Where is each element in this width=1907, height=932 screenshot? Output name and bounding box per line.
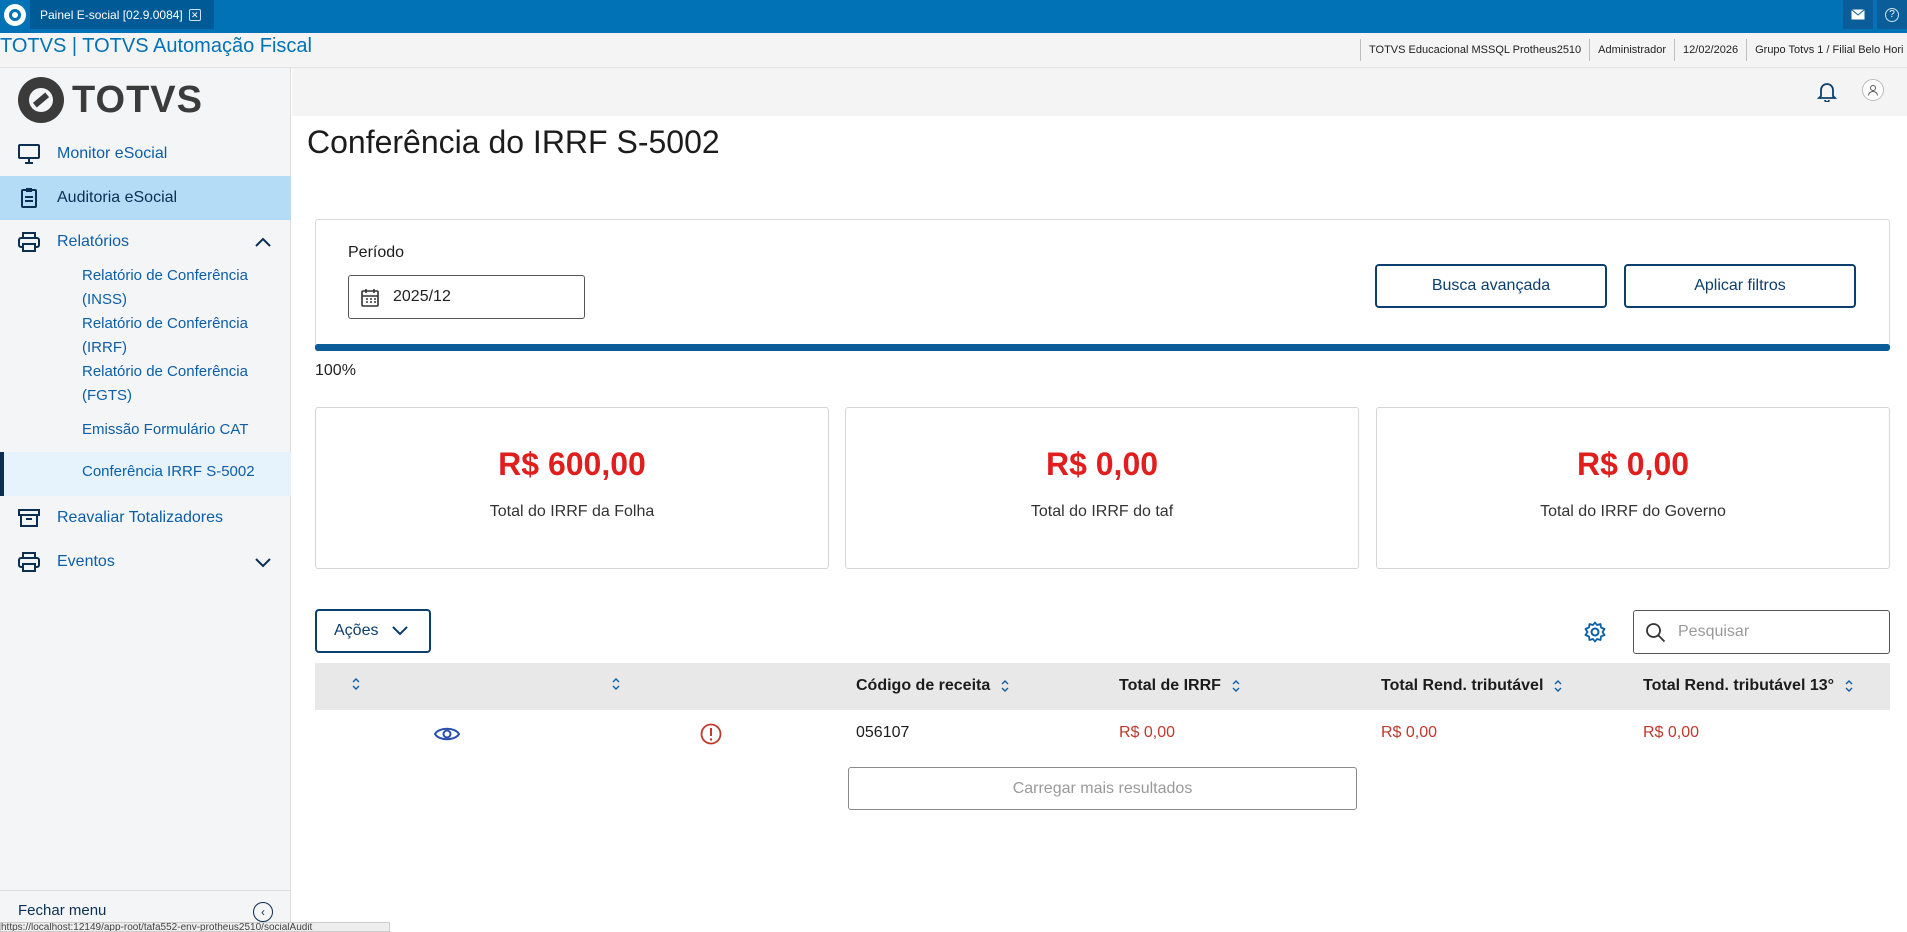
totvs-logo-icon [18, 77, 64, 123]
chevron-down-icon[interactable] [255, 554, 271, 570]
sidebar-item-auditoria-esocial[interactable]: Auditoria eSocial [0, 176, 291, 220]
column-header-rend-tributavel[interactable]: Total Rend. tributável [1381, 677, 1563, 695]
app-title: TOTVS | TOTVS Automação Fiscal [0, 35, 312, 57]
branch-info[interactable]: Grupo Totvs 1 / Filial Belo Hori [1746, 39, 1907, 61]
sidebar: TOTVS Monitor eSocial Auditoria eSocial … [0, 68, 291, 932]
user-info[interactable]: Administrador [1589, 39, 1674, 61]
monitor-icon [18, 144, 40, 164]
help-icon[interactable]: ? [1877, 0, 1907, 29]
totvs-logo: TOTVS [18, 77, 203, 123]
actions-dropdown-button[interactable]: Ações [315, 609, 431, 653]
search-input[interactable] [1678, 621, 1878, 643]
progress-bar [315, 344, 1890, 351]
periodo-datepicker[interactable]: 2025/12 [348, 275, 585, 319]
sort-icon[interactable] [611, 677, 621, 691]
column-header-rend-tributavel-13[interactable]: Total Rend. tributável 13° [1643, 677, 1854, 695]
kpi-card-governo: R$ 0,00 Total do IRRF do Governo [1376, 407, 1890, 569]
sidebar-subitem-fgts[interactable]: Relatório de Conferência (FGTS) [82, 360, 282, 408]
calendar-icon[interactable] [361, 288, 379, 307]
advanced-search-button[interactable]: Busca avançada [1375, 264, 1607, 308]
main-toolbar [292, 68, 1907, 116]
sidebar-item-eventos[interactable]: Eventos [0, 540, 291, 584]
sidebar-item-reavaliar-totalizadores[interactable]: Reavaliar Totalizadores [0, 496, 291, 540]
environment-info[interactable]: TOTVS Educacional MSSQL Protheus2510 [1360, 39, 1589, 61]
periodo-value: 2025/12 [393, 288, 451, 305]
kpi-card-taf: R$ 0,00 Total do IRRF do taf [845, 407, 1359, 569]
progress-text: 100% [315, 362, 356, 379]
app-header: TOTVS | TOTVS Automação Fiscal TOTVS Edu… [0, 33, 1907, 68]
clipboard-icon [21, 188, 37, 208]
gear-icon[interactable] [1584, 621, 1606, 643]
alert-icon[interactable] [700, 723, 722, 745]
chevron-left-circle-icon[interactable]: ‹ [253, 902, 273, 922]
window-tab-title: Painel E-social [02.9.0084] [40, 7, 183, 22]
sort-icon[interactable] [1231, 679, 1241, 693]
kpi-label: Total do IRRF do taf [1030, 503, 1174, 520]
sidebar-subitem-cat[interactable]: Emissão Formulário CAT [82, 418, 282, 442]
apply-filters-button[interactable]: Aplicar filtros [1624, 264, 1856, 308]
archive-icon [18, 509, 40, 527]
bell-icon[interactable] [1816, 80, 1838, 102]
eye-icon[interactable] [434, 724, 460, 744]
close-menu-label: Fechar menu [18, 902, 107, 919]
cell-codigo-receita: 056107 [856, 724, 910, 741]
sort-icon[interactable] [351, 677, 361, 691]
progress-fill [315, 344, 1890, 351]
date-info[interactable]: 12/02/2026 [1674, 39, 1746, 61]
sidebar-subitem-conferencia-s5002[interactable]: Conferência IRRF S-5002 [0, 452, 291, 496]
kpi-label: Total do IRRF da Folha [489, 503, 655, 520]
column-header[interactable] [341, 677, 361, 691]
cell-rend-tributavel-13: R$ 0,00 [1643, 724, 1700, 741]
cell-rend-tributavel: R$ 0,00 [1381, 724, 1438, 741]
kpi-amount: R$ 0,00 [1576, 446, 1690, 482]
load-more-button[interactable]: Carregar mais resultados [848, 767, 1357, 810]
kpi-amount: R$ 0,00 [1045, 446, 1159, 482]
sidebar-subitem-label: Conferência IRRF S-5002 [82, 463, 255, 480]
kpi-amount: R$ 600,00 [498, 446, 646, 482]
sort-icon[interactable] [1000, 679, 1010, 693]
table-header: Código de receita Total de IRRF Total Re… [315, 663, 1890, 710]
sidebar-item-monitor-esocial[interactable]: Monitor eSocial [0, 132, 291, 176]
search-icon [1646, 623, 1666, 643]
kpi-label: Total do IRRF do Governo [1540, 503, 1726, 520]
page-title: Conferência do IRRF S-5002 [307, 124, 720, 160]
status-url: https://localhost:12149/app-root/tafa552… [0, 922, 390, 932]
sort-icon[interactable] [1844, 679, 1854, 693]
sidebar-item-label: Monitor eSocial [57, 145, 168, 162]
user-avatar-icon[interactable] [1862, 79, 1884, 101]
chevron-down-icon [392, 626, 409, 636]
column-header-codigo-receita[interactable]: Código de receita [856, 677, 1010, 695]
sidebar-subitem-irrf[interactable]: Relatório de Conferência (IRRF) [82, 312, 282, 360]
chevron-up-icon[interactable] [255, 234, 271, 250]
window-titlebar: Painel E-social [02.9.0084] ✕ ? [0, 0, 1907, 33]
sidebar-item-relatorios[interactable]: Relatórios [0, 220, 291, 264]
column-header-total-irrf[interactable]: Total de IRRF [1119, 677, 1241, 695]
window-tab[interactable]: Painel E-social [02.9.0084] ✕ [30, 0, 214, 29]
printer-icon [18, 552, 40, 572]
sort-icon[interactable] [1553, 679, 1563, 693]
brand-name: TOTVS [72, 78, 203, 121]
sidebar-item-label: Relatórios [57, 233, 130, 250]
sidebar-item-label: Reavaliar Totalizadores [57, 509, 224, 526]
app-logo-icon [4, 4, 26, 26]
search-field[interactable] [1633, 610, 1890, 654]
column-header[interactable] [601, 677, 621, 691]
printer-icon [18, 232, 40, 252]
cell-total-irrf: R$ 0,00 [1119, 724, 1176, 741]
session-info: TOTVS Educacional MSSQL Protheus2510 Adm… [1360, 39, 1907, 61]
periodo-label: Período [348, 244, 405, 261]
mail-icon[interactable] [1843, 0, 1873, 29]
table-row: 056107 R$ 0,00 R$ 0,00 R$ 0,00 [315, 710, 1890, 758]
kpi-card-folha: R$ 600,00 Total do IRRF da Folha [315, 407, 829, 569]
actions-label: Ações [334, 622, 379, 639]
sidebar-item-label: Eventos [57, 553, 115, 570]
sidebar-subitem-inss[interactable]: Relatório de Conferência (INSS) [82, 264, 282, 312]
close-tab-icon[interactable]: ✕ [188, 8, 201, 21]
sidebar-item-label: Auditoria eSocial [57, 189, 178, 206]
